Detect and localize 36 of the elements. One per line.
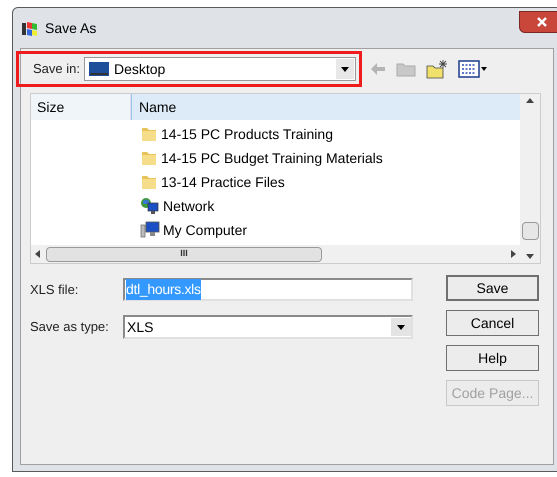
horizontal-scrollbar[interactable]: III [31,245,520,263]
save-in-label: Save in: [33,60,80,78]
dropdown-caret-icon [336,59,354,79]
file-list-item[interactable]: My Computer [163,220,248,240]
dialog-button[interactable]: Save [446,275,539,301]
view-menu-icon[interactable] [458,60,488,78]
file-type-label: Save as type: [30,318,110,336]
globe-computer-icon [140,197,160,215]
scrollbar-thumb[interactable]: III [46,246,322,262]
window-title: Save As [45,18,96,38]
file-name-label: XLS file: [30,280,80,299]
app-icon [21,19,39,37]
file-list-item[interactable]: 14-15 PC Budget Training Materials [161,148,383,168]
dialog-button[interactable]: Cancel [446,310,539,336]
scroll-up-icon[interactable] [526,98,534,103]
dropdown-caret-icon [391,318,411,336]
scroll-left-icon[interactable] [35,250,40,258]
scroll-down-icon[interactable] [526,254,534,259]
desktop-icon [88,62,109,76]
scrollbar-thumb[interactable] [522,222,538,240]
vertical-scrollbar[interactable] [520,94,540,263]
folder-icon [140,173,158,191]
folder-icon [140,149,158,167]
new-folder-icon[interactable] [426,59,448,79]
file-list-item[interactable]: 14-15 PC Products Training [161,124,333,144]
computer-icon [140,221,160,239]
folder-icon [140,125,158,143]
file-list-item[interactable]: 13-14 Practice Files [161,172,285,192]
scroll-right-icon[interactable] [511,250,516,258]
close-button[interactable] [519,11,557,33]
file-list-item[interactable]: Network [163,196,214,216]
close-icon [537,17,547,27]
save-in-dropdown[interactable]: Desktop [84,57,356,81]
column-header[interactable]: Name [131,94,520,120]
dialog-button[interactable]: Help [446,345,539,371]
file-type-dropdown[interactable]: XLS [123,315,413,339]
